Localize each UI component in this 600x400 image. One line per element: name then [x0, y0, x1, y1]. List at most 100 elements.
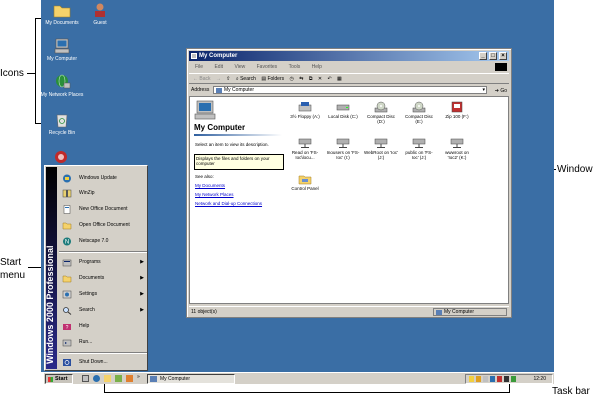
menu-item-open-office-document[interactable]: Open Office Document	[59, 219, 147, 232]
menu-file[interactable]: File	[195, 64, 203, 70]
menu-item-documents[interactable]: Documents ▶	[59, 272, 147, 285]
menu-item-shut-down[interactable]: Shut Down...	[59, 356, 147, 369]
network-drive-icon	[298, 138, 312, 148]
menu-tools[interactable]: Tools	[289, 64, 301, 70]
start-label: Start	[55, 376, 68, 382]
netscape-icon: N	[63, 237, 71, 246]
desktop-icon-label: My Network Places	[40, 92, 84, 98]
quick-launch-more-icon[interactable]: »	[137, 374, 140, 380]
recycle-bin-icon	[56, 114, 68, 128]
go-button[interactable]: ➔ Go	[495, 86, 507, 96]
item-label: Control Panel	[291, 186, 319, 191]
icons-annotation: Icons	[0, 68, 24, 79]
taskbar: Start » My Computer 12:20	[44, 372, 554, 384]
link-my-documents[interactable]: My Documents	[195, 183, 225, 188]
desktop-icon-my-network-places[interactable]: My Network Places	[37, 74, 87, 98]
move-to-icon[interactable]: ⇆	[299, 74, 303, 85]
drive-local-c[interactable]: Local Disk (C:)	[326, 101, 360, 119]
menu-help[interactable]: Help	[312, 64, 322, 70]
outlook-express-icon[interactable]	[104, 375, 111, 382]
delete-icon[interactable]: ✕	[318, 74, 322, 85]
tray-icon[interactable]	[483, 376, 488, 382]
history-icon[interactable]: ◷	[290, 74, 294, 85]
address-input[interactable]: My Computer ▾	[213, 86, 487, 94]
submenu-arrow-icon: ▶	[140, 307, 144, 313]
link-my-network-places[interactable]: My Network Places	[195, 192, 234, 197]
drive-network-wwwroot[interactable]: wwwroot on 'Ioc2' (K:)	[440, 137, 474, 160]
minimize-button[interactable]: _	[479, 52, 487, 60]
maximize-button[interactable]: □	[489, 52, 497, 60]
menu-edit[interactable]: Edit	[214, 64, 223, 70]
control-panel-icon	[298, 175, 312, 185]
tray-icon[interactable]	[490, 376, 495, 382]
left-pane-hint: Select an item to view its description.	[195, 142, 269, 147]
folders-button[interactable]: ▤ Folders	[261, 74, 284, 85]
menu-favorites[interactable]: Favorites	[257, 64, 278, 70]
up-folder-icon[interactable]: ⇧	[226, 74, 230, 85]
internet-explorer-icon[interactable]	[93, 375, 100, 382]
tray-icon[interactable]	[511, 376, 516, 382]
drive-network-read[interactable]: Read on 'FS-Ioc\locu...	[288, 137, 322, 160]
tray-icon[interactable]	[504, 376, 509, 382]
forward-button[interactable]: →	[216, 74, 221, 85]
close-button[interactable]: ×	[499, 52, 507, 60]
menu-item-netscape[interactable]: N Netscape 7.0	[59, 235, 147, 248]
tooltip-text: Displays the files and folders on your c…	[196, 156, 270, 166]
menu-item-help[interactable]: ? Help	[59, 320, 147, 333]
taskbar-bracket-left	[104, 384, 105, 393]
menu-item-programs[interactable]: Programs ▶	[59, 256, 147, 269]
item-label: Read on 'FS-Ioc\locu...	[291, 150, 319, 160]
item-label: 3½ Floppy (A:)	[290, 114, 320, 119]
quick-launch-tool-icon[interactable]	[126, 375, 133, 382]
tray-icon[interactable]	[476, 376, 481, 382]
left-info-pane: My Computer Select an item to view its d…	[190, 97, 286, 303]
menu-item-label: Search	[79, 307, 95, 313]
drive-cd-e[interactable]: Compact Disc (E:)	[402, 101, 436, 124]
menu-item-search[interactable]: Search ▶	[59, 304, 147, 317]
floppy-icon	[298, 102, 312, 112]
drive-network-public[interactable]: public on 'FS-Ioc' (J:)	[402, 137, 436, 160]
menu-item-winzip[interactable]: WinZip	[59, 187, 147, 200]
partial-desktop-icon[interactable]	[53, 150, 69, 164]
search-button[interactable]: ⌕ Search	[236, 74, 256, 85]
new-office-doc-icon	[63, 205, 71, 214]
computer-icon	[194, 100, 216, 120]
menu-item-settings[interactable]: Settings ▶	[59, 288, 147, 301]
folders-label: Folders	[267, 76, 285, 82]
desktop-icon-my-computer[interactable]: My Computer	[37, 38, 87, 62]
menu-item-run[interactable]: Run...	[59, 336, 147, 349]
tooltip: Displays the files and folders on your c…	[194, 154, 284, 170]
drive-network-webroot[interactable]: WebRoot on 'Ioc' (J:)	[364, 137, 398, 160]
window-titlebar[interactable]: My Computer _ □ ×	[189, 51, 509, 61]
menu-view[interactable]: View	[234, 64, 245, 70]
menu-item-windows-update[interactable]: Windows Update	[59, 172, 147, 185]
quick-launch-app-icon[interactable]	[115, 375, 122, 382]
drive-zip-f[interactable]: Zip 100 (F:)	[440, 101, 474, 119]
harddisk-icon	[336, 104, 350, 111]
menu-item-new-office-document[interactable]: New Office Document	[59, 203, 147, 216]
drive-floppy-a[interactable]: 3½ Floppy (A:)	[288, 101, 322, 119]
link-network-dialup[interactable]: Network and Dial-up Connections	[195, 201, 262, 206]
window-annotation: Window	[557, 164, 593, 175]
tray-icon[interactable]	[469, 376, 474, 382]
show-desktop-icon[interactable]	[82, 375, 89, 382]
desktop-icon-recycle-bin[interactable]: Recycle Bin	[37, 112, 87, 136]
control-panel[interactable]: Control Panel	[288, 173, 322, 191]
see-also-label: See also:	[195, 174, 214, 179]
drive-network-inousers[interactable]: Inousers on 'FS-Ioc' (I:)	[326, 137, 360, 160]
computer-icon	[54, 38, 70, 54]
clock[interactable]: 12:20	[533, 375, 546, 383]
address-dropdown-icon[interactable]: ▾	[482, 87, 485, 94]
drive-cd-d[interactable]: Compact Disc (D:)	[364, 101, 398, 124]
views-icon[interactable]: ▦	[337, 74, 342, 85]
go-label: Go	[500, 88, 507, 94]
start-button[interactable]: Start	[45, 374, 73, 384]
menu-item-label: Programs	[79, 259, 101, 265]
submenu-arrow-icon: ▶	[140, 275, 144, 281]
desktop-icon-guest[interactable]: Guest	[75, 2, 125, 26]
tray-icon[interactable]	[497, 376, 502, 382]
undo-icon[interactable]: ↶	[327, 74, 331, 85]
copy-to-icon[interactable]: ⧉	[309, 74, 313, 85]
back-button[interactable]: ← Back	[193, 74, 211, 85]
taskbar-button-my-computer[interactable]: My Computer	[147, 374, 235, 384]
